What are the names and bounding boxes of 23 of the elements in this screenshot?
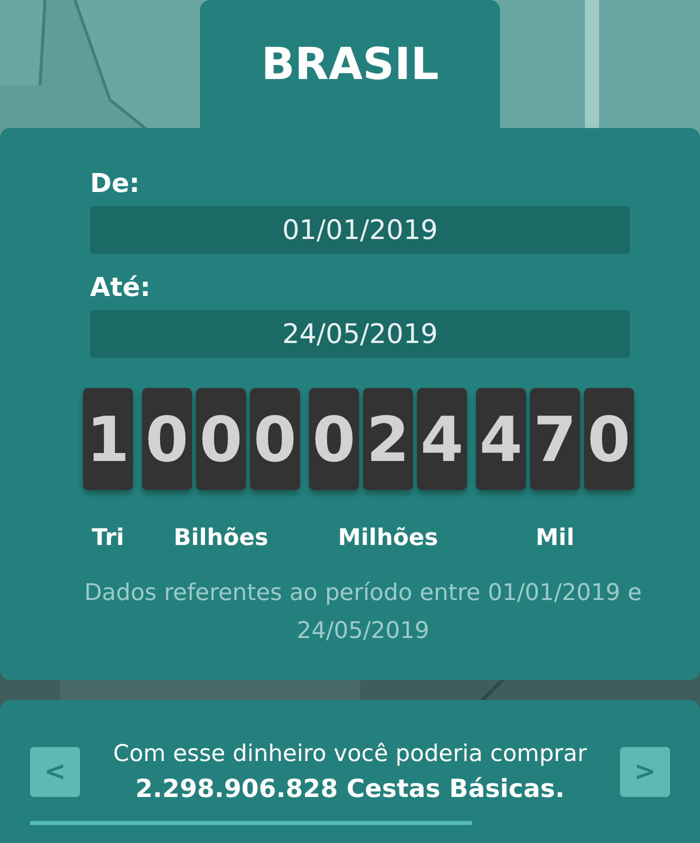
counter-digit: 0 [142, 388, 192, 490]
counter-digit: 0 [309, 388, 359, 490]
unit-label: Mil [536, 524, 574, 553]
unit-label: Bilhões [174, 524, 268, 553]
unit-label: Tri [92, 524, 124, 553]
region-title: BRASIL [261, 38, 439, 92]
field-label: De: [90, 168, 140, 201]
counter-digit: 0 [584, 388, 634, 490]
carousel-highlight: 2.298.906.828 Cestas Básicas. [135, 772, 565, 804]
counter-digit: 1 [83, 388, 133, 490]
date-field[interactable]: 01/01/2019 [90, 206, 630, 254]
date-field[interactable]: 24/05/2019 [90, 310, 630, 358]
counter-digit: 4 [417, 388, 467, 490]
counter-digit: 0 [196, 388, 246, 490]
carousel-text: Com esse dinheiro você poderia comprar [113, 740, 587, 768]
unit-label: Milhões [338, 524, 438, 553]
counter-digit: 7 [530, 388, 580, 490]
counter-digit: 2 [363, 388, 413, 490]
counter-digit: 0 [250, 388, 300, 490]
field-label: Até: [90, 272, 151, 305]
region-tab[interactable]: BRASIL [200, 0, 500, 128]
period-note: Dados referentes ao período entre 01/01/2019 e 24/05/2019 [83, 579, 643, 646]
counter-digit: 4 [476, 388, 526, 490]
